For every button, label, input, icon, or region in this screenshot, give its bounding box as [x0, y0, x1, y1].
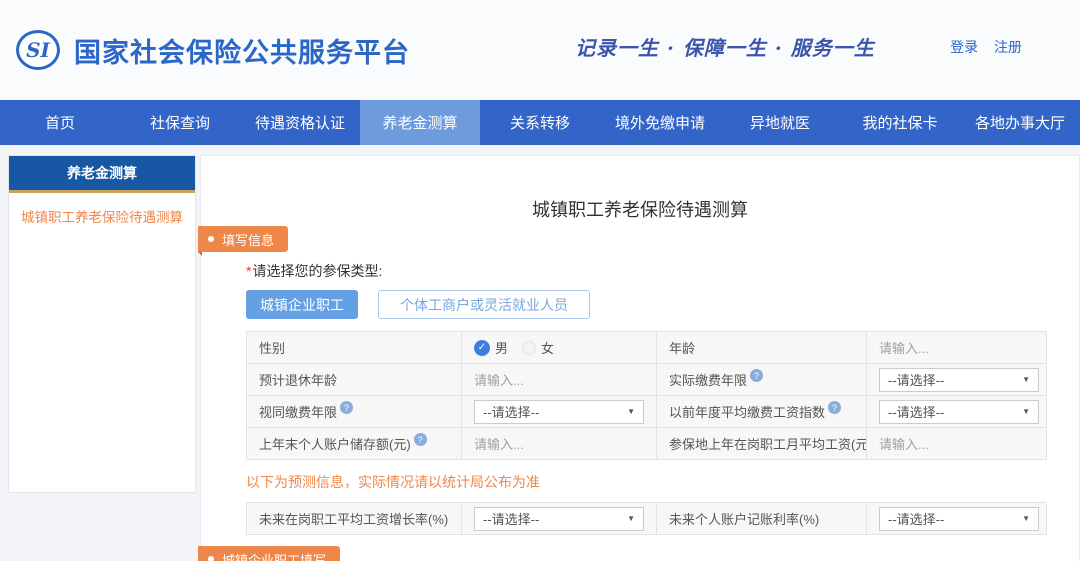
actual-years-help-icon[interactable]: ?	[750, 369, 764, 382]
deemed-years-help-icon[interactable]: ?	[340, 401, 354, 414]
nav-item-eligibility[interactable]: 待遇资格认证	[240, 100, 360, 145]
actual-years-label: 实际缴费年限 ?	[657, 364, 867, 396]
sidebar-item-urban-worker-calc[interactable]: 城镇职工养老保险待遇测算	[9, 193, 195, 239]
type-button-urban-enterprise[interactable]: 城镇企业职工	[246, 290, 358, 319]
age-label: 年龄	[657, 332, 867, 364]
radio-male-label[interactable]: 男	[495, 338, 508, 357]
wage-index-help-icon[interactable]: ?	[828, 401, 842, 414]
section-badge-fill-info: 填写信息	[198, 226, 289, 256]
account-balance-label: 上年末个人账户储存额(元) ?	[247, 428, 462, 460]
basic-info-table: 性别 ✓ 男 女 年龄 请输入... 预计退休年龄 请输入... 实际缴费年限	[246, 331, 1047, 460]
login-link[interactable]: 登录	[950, 39, 978, 55]
chevron-down-icon: ▼	[1022, 407, 1030, 416]
nav-item-home[interactable]: 首页	[0, 100, 120, 145]
site-logo-icon[interactable]: SI	[16, 30, 60, 70]
future-wage-growth-select[interactable]: --请选择-- ▼	[474, 506, 644, 531]
main-panel: 城镇职工养老保险待遇测算 填写信息 *请选择您的参保类型: 城镇企业职工 个体工…	[198, 155, 1080, 561]
nav-item-social-query[interactable]: 社保查询	[120, 100, 240, 145]
future-interest-label: 未来个人账户记账利率(%)	[657, 503, 867, 535]
site-logo-text: SI	[26, 38, 50, 62]
sidebar: 养老金测算 城镇职工养老保险待遇测算	[8, 155, 196, 493]
slogan-text: 记录一生 · 保障一生 · 服务一生	[575, 36, 875, 60]
local-avg-wage-input[interactable]: 请输入...	[879, 434, 929, 453]
forecast-info-table: 未来在岗职工平均工资增长率(%) --请选择-- ▼ 未来个人账户记账利率(%)…	[246, 502, 1047, 535]
page-title: 城镇职工养老保险待遇测算	[532, 200, 748, 220]
local-avg-wage-label: 参保地上年在岗职工月平均工资(元) ?	[657, 428, 867, 460]
nav-item-local-halls[interactable]: 各地办事大厅	[960, 100, 1080, 145]
nav-item-social-card[interactable]: 我的社保卡	[840, 100, 960, 145]
gender-radio-group[interactable]: ✓ 男 女	[474, 338, 554, 357]
participation-type-buttons: 城镇企业职工 个体工商户或灵活就业人员	[246, 290, 1046, 319]
deemed-years-select[interactable]: --请选择-- ▼	[474, 399, 644, 424]
retire-age-input[interactable]: 请输入...	[474, 370, 524, 389]
retire-age-label: 预计退休年龄	[247, 364, 462, 396]
nav-item-overseas-exemption[interactable]: 境外免缴申请	[600, 100, 720, 145]
chevron-down-icon: ▼	[627, 407, 635, 416]
chevron-down-icon: ▼	[1022, 375, 1030, 384]
nav-item-remote-medical[interactable]: 异地就医	[720, 100, 840, 145]
radio-female-unchecked-icon[interactable]	[522, 340, 537, 355]
forecast-note: 以下为预测信息，实际情况请以统计局公布为准	[246, 474, 540, 490]
sidebar-header: 养老金测算	[9, 156, 195, 193]
deemed-years-label: 视同缴费年限 ?	[247, 396, 462, 428]
radio-female-label[interactable]: 女	[541, 338, 554, 357]
gender-label: 性别	[247, 332, 462, 364]
form-area: *请选择您的参保类型: 城镇企业职工 个体工商户或灵活就业人员 性别 ✓ 男 女	[246, 261, 1047, 535]
radio-male-checked-icon[interactable]: ✓	[474, 339, 490, 356]
main-nav: 首页 社保查询 待遇资格认证 养老金测算 关系转移 境外免缴申请 异地就医 我的…	[0, 100, 1080, 145]
wage-index-select[interactable]: --请选择-- ▼	[879, 399, 1039, 424]
nav-item-pension-calc[interactable]: 养老金测算	[360, 100, 480, 145]
future-interest-select[interactable]: --请选择-- ▼	[879, 506, 1039, 531]
age-input[interactable]: 请输入...	[879, 338, 929, 357]
content-area: 养老金测算 城镇职工养老保险待遇测算 城镇职工养老保险待遇测算 填写信息 *请选…	[0, 145, 1080, 561]
chevron-down-icon: ▼	[627, 514, 635, 523]
actual-years-select[interactable]: --请选择-- ▼	[879, 367, 1039, 392]
participation-type-label: *请选择您的参保类型:	[246, 263, 383, 279]
wage-index-label: 以前年度平均缴费工资指数 ?	[657, 396, 867, 428]
account-balance-help-icon[interactable]: ?	[413, 433, 427, 446]
required-asterisk: *	[246, 263, 252, 279]
account-balance-input[interactable]: 请输入...	[474, 434, 524, 453]
chevron-down-icon: ▼	[1022, 514, 1030, 523]
nav-item-transfer[interactable]: 关系转移	[480, 100, 600, 145]
top-header: SI 国家社会保险公共服务平台 记录一生 · 保障一生 · 服务一生 登录 注册	[0, 0, 1080, 100]
auth-links: 登录 注册	[938, 37, 1022, 57]
section-badge-urban-enterprise-fill: 城镇企业职工填写	[198, 546, 341, 561]
future-wage-growth-label: 未来在岗职工平均工资增长率(%)	[247, 503, 462, 535]
register-link[interactable]: 注册	[994, 39, 1022, 55]
type-button-self-employed[interactable]: 个体工商户或灵活就业人员	[378, 290, 590, 319]
site-title: 国家社会保险公共服务平台	[74, 37, 410, 68]
